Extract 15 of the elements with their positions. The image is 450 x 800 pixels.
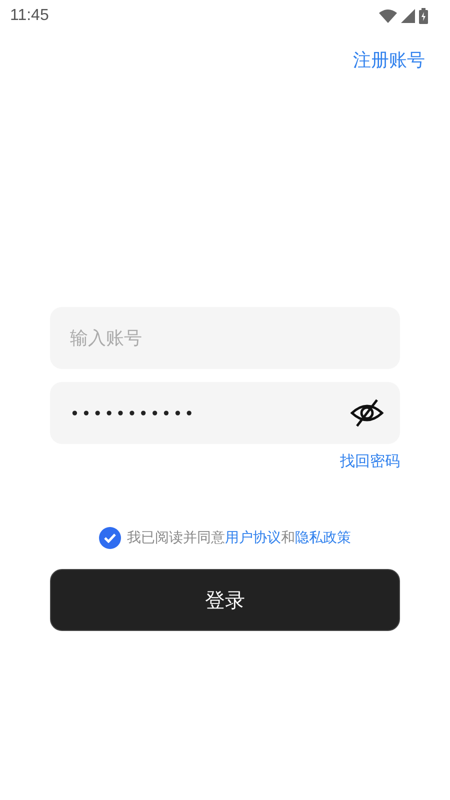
forgot-password-link[interactable]: 找回密码 <box>340 452 400 471</box>
login-button[interactable]: 登录 <box>50 569 400 631</box>
agreement-checkbox[interactable] <box>99 527 121 549</box>
password-field[interactable]: ••••••••••• <box>50 382 400 444</box>
agreement-text: 我已阅读并同意用户协议和隐私政策 <box>127 529 351 547</box>
signal-icon <box>401 9 415 23</box>
status-time: 11:45 <box>10 7 49 25</box>
check-icon <box>104 533 116 543</box>
account-field[interactable]: 输入账号 <box>50 307 400 369</box>
battery-icon <box>419 8 428 24</box>
wifi-icon <box>379 9 397 23</box>
register-link[interactable]: 注册账号 <box>353 48 425 72</box>
privacy-policy-link[interactable]: 隐私政策 <box>295 530 351 546</box>
user-agreement-link[interactable]: 用户协议 <box>225 530 281 546</box>
eye-slash-icon[interactable] <box>350 397 384 429</box>
